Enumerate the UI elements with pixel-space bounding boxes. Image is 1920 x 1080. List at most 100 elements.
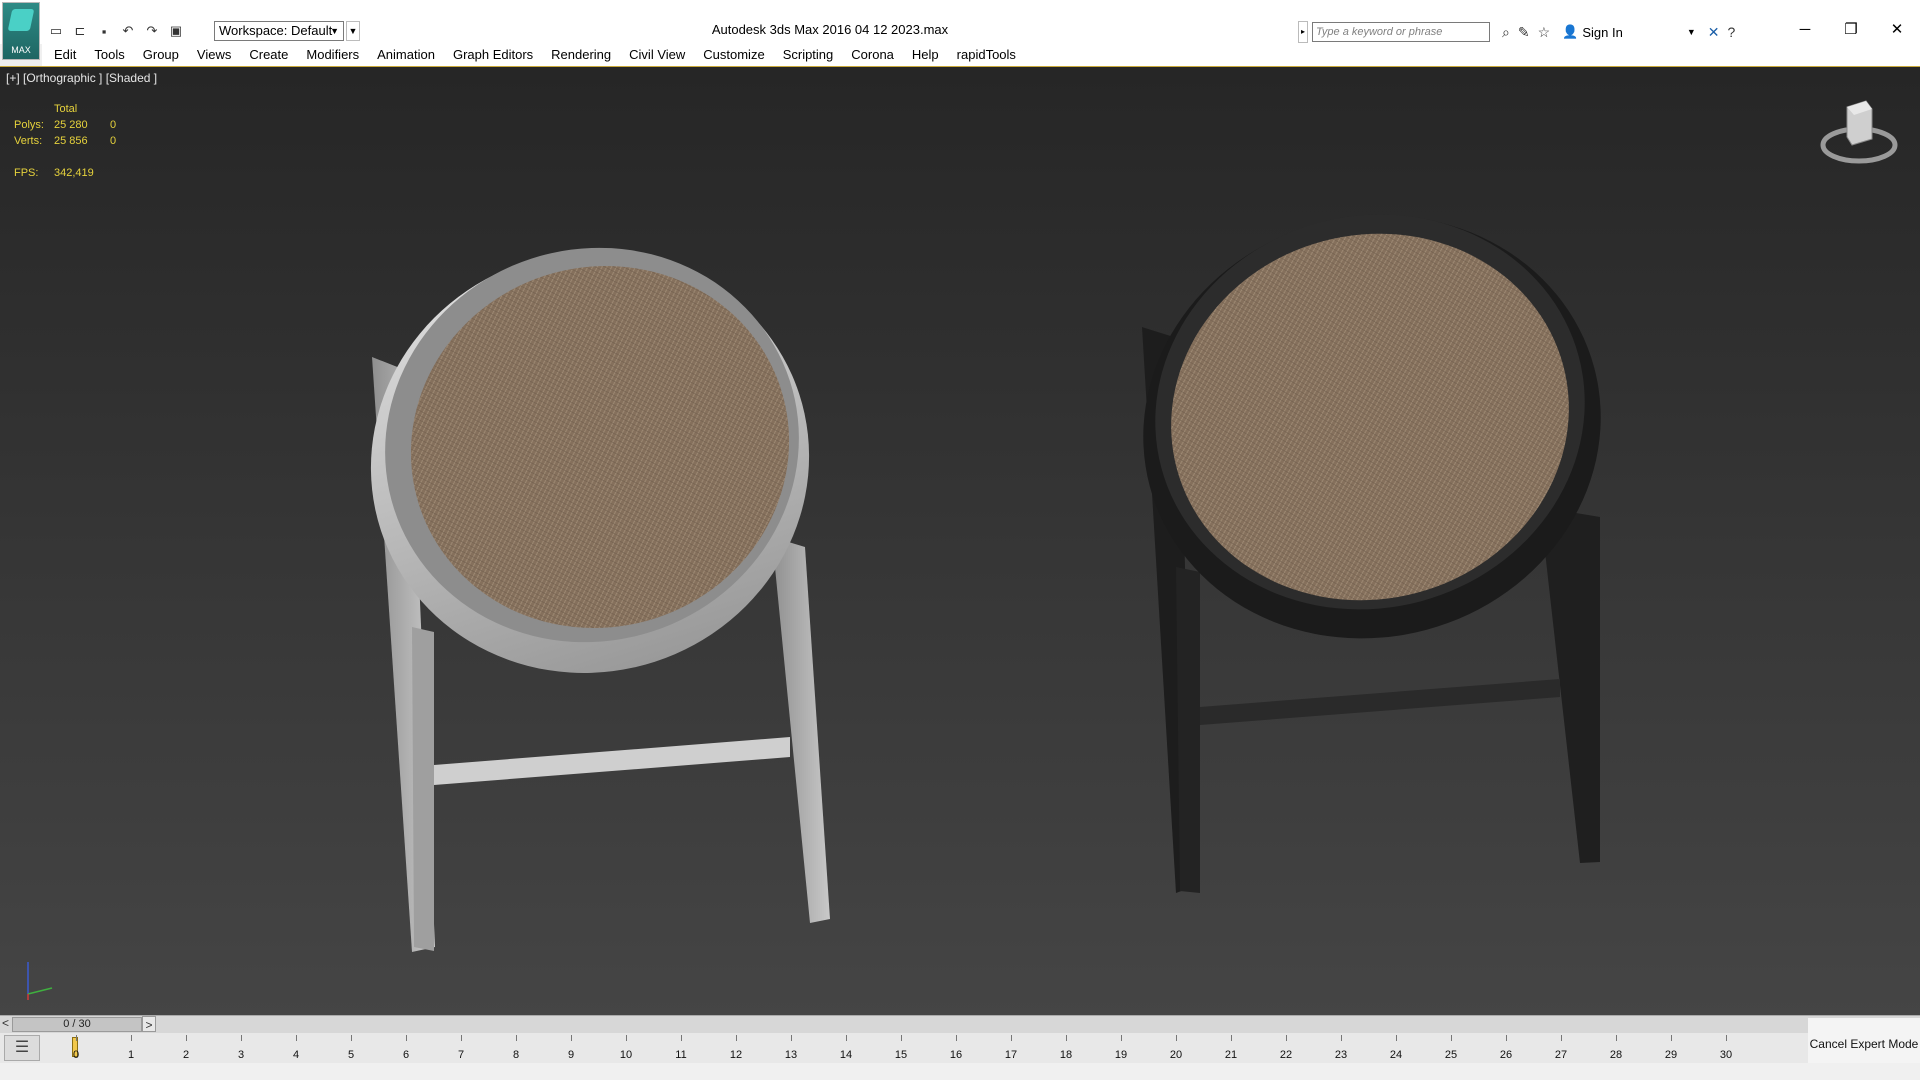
frame-label: 18 bbox=[1059, 1049, 1073, 1061]
menu-rapidtools[interactable]: rapidTools bbox=[948, 45, 1025, 65]
menu-create[interactable]: Create bbox=[240, 45, 297, 65]
frame-label: 25 bbox=[1444, 1049, 1458, 1061]
infocenter: ▸ Type a keyword or phrase ⌕ ✎ ☆ 👤 Sign … bbox=[1298, 19, 1758, 45]
menu-bar: Edit Tools Group Views Create Modifiers … bbox=[42, 44, 1920, 66]
frame-label: 4 bbox=[292, 1049, 300, 1061]
menu-animation[interactable]: Animation bbox=[368, 45, 444, 65]
previous-frame-button[interactable]: < bbox=[2, 1016, 9, 1030]
frame-tick bbox=[1451, 1035, 1452, 1041]
menu-group[interactable]: Group bbox=[134, 45, 188, 65]
frame-tick bbox=[681, 1035, 682, 1041]
stats-verts-label: Verts: bbox=[14, 135, 43, 147]
frame-label: 9 bbox=[567, 1049, 575, 1061]
frame-tick bbox=[1506, 1035, 1507, 1041]
viewcube-icon[interactable] bbox=[1814, 93, 1904, 173]
frame-tick bbox=[461, 1035, 462, 1041]
menu-customize[interactable]: Customize bbox=[694, 45, 773, 65]
window-controls: ─ ❐ ✕ bbox=[1782, 14, 1920, 44]
status-strip bbox=[0, 1063, 1920, 1080]
next-frame-button[interactable]: > bbox=[142, 1016, 156, 1032]
frame-label: 24 bbox=[1389, 1049, 1403, 1061]
menu-scripting[interactable]: Scripting bbox=[774, 45, 843, 65]
stats-polys-label: Polys: bbox=[14, 119, 44, 131]
orthographic-viewport[interactable]: [+] [Orthographic ] [Shaded ] Total Poly… bbox=[0, 66, 1920, 1016]
frame-label: 26 bbox=[1499, 1049, 1513, 1061]
menu-tools[interactable]: Tools bbox=[85, 45, 133, 65]
frame-label: 29 bbox=[1664, 1049, 1678, 1061]
axis-tripod-icon bbox=[27, 962, 53, 1000]
frame-label: 23 bbox=[1334, 1049, 1348, 1061]
frame-label: 0 bbox=[72, 1049, 80, 1061]
frame-tick bbox=[1341, 1035, 1342, 1041]
track-bar[interactable]: ☰ 0 1 2 3 4 5 6 7 8 9 10 11 12 13 14 15 16 17 18 19 20 21 22 23… bbox=[0, 1033, 1920, 1063]
frame-label: 8 bbox=[512, 1049, 520, 1061]
frame-tick bbox=[76, 1035, 77, 1041]
frame-tick bbox=[626, 1035, 627, 1041]
menu-modifiers[interactable]: Modifiers bbox=[297, 45, 368, 65]
stats-verts-selected: 0 bbox=[110, 135, 117, 147]
frame-tick bbox=[1616, 1035, 1617, 1041]
frame-ticks: 0 1 2 3 4 5 6 7 8 9 10 11 12 13 14 15 16 17 18 19 20 21 22 23 24… bbox=[72, 1035, 1750, 1061]
frame-tick bbox=[846, 1035, 847, 1041]
restore-icon[interactable]: ❐ bbox=[1828, 14, 1874, 44]
menu-civil-view[interactable]: Civil View bbox=[620, 45, 694, 65]
frame-tick bbox=[1726, 1035, 1727, 1041]
title-bar: MAX ▭ ⊏ ▪ ↶ ↷ ▣ Workspace: Default ▼ ▼ A… bbox=[0, 0, 1920, 60]
chevron-down-icon: ▼ bbox=[1686, 27, 1696, 37]
frame-tick bbox=[351, 1035, 352, 1041]
frame-label: 12 bbox=[729, 1049, 743, 1061]
menu-rendering[interactable]: Rendering bbox=[542, 45, 620, 65]
frame-tick bbox=[1671, 1035, 1672, 1041]
frame-tick bbox=[1011, 1035, 1012, 1041]
minimize-icon[interactable]: ─ bbox=[1782, 14, 1828, 44]
communication-center-icon[interactable]: ✎ bbox=[1518, 24, 1530, 41]
menu-views[interactable]: Views bbox=[188, 45, 240, 65]
search-toggle-button[interactable]: ▸ bbox=[1298, 21, 1308, 43]
frame-label: 15 bbox=[894, 1049, 908, 1061]
frame-tick bbox=[736, 1035, 737, 1041]
frame-tick bbox=[956, 1035, 957, 1041]
mini-curve-editor-icon[interactable]: ☰ bbox=[4, 1035, 40, 1061]
close-icon[interactable]: ✕ bbox=[1874, 14, 1920, 44]
menu-edit[interactable]: Edit bbox=[42, 45, 85, 65]
frame-tick bbox=[1066, 1035, 1067, 1041]
viewport-label[interactable]: [+] [Orthographic ] [Shaded ] bbox=[6, 71, 157, 85]
stats-polys-selected: 0 bbox=[110, 119, 117, 131]
binoculars-icon[interactable]: ⌕ bbox=[1502, 24, 1510, 41]
frame-label: 2 bbox=[182, 1049, 190, 1061]
viewport-background bbox=[0, 67, 1920, 1016]
time-slider[interactable]: 0 / 30 bbox=[12, 1017, 142, 1032]
favorites-star-icon[interactable]: ☆ bbox=[1538, 24, 1551, 41]
menu-graph-editors[interactable]: Graph Editors bbox=[444, 45, 542, 65]
frame-tick bbox=[296, 1035, 297, 1041]
frame-tick bbox=[901, 1035, 902, 1041]
frame-tick bbox=[516, 1035, 517, 1041]
exchange-apps-icon[interactable]: ✕ bbox=[1708, 24, 1720, 41]
frame-tick bbox=[1176, 1035, 1177, 1041]
stool-dark-leg-front-left bbox=[1176, 567, 1200, 893]
menu-corona[interactable]: Corona bbox=[842, 45, 903, 65]
frame-label: 5 bbox=[347, 1049, 355, 1061]
frame-tick bbox=[1286, 1035, 1287, 1041]
frame-tick bbox=[791, 1035, 792, 1041]
frame-label: 11 bbox=[675, 1049, 687, 1061]
menu-help[interactable]: Help bbox=[903, 45, 948, 65]
frame-label: 19 bbox=[1114, 1049, 1128, 1061]
user-icon: 👤 bbox=[1562, 24, 1579, 39]
help-icon[interactable]: ? bbox=[1727, 24, 1735, 41]
frame-label: 21 bbox=[1224, 1049, 1238, 1061]
frame-tick bbox=[1121, 1035, 1122, 1041]
sign-in-button[interactable]: 👤 Sign In ▼ bbox=[1562, 24, 1696, 40]
frame-label: 14 bbox=[839, 1049, 853, 1061]
frame-tick bbox=[186, 1035, 187, 1041]
stats-fps-label: FPS: bbox=[14, 167, 39, 179]
scene-canvas[interactable] bbox=[0, 67, 1920, 1016]
time-slider-bar: < 0 / 30 > bbox=[0, 1015, 1920, 1033]
frame-label: 17 bbox=[1004, 1049, 1018, 1061]
frame-tick bbox=[241, 1035, 242, 1041]
stats-total-label: Total bbox=[54, 103, 78, 115]
frame-tick bbox=[406, 1035, 407, 1041]
search-input[interactable]: Type a keyword or phrase bbox=[1312, 22, 1490, 42]
frame-tick bbox=[1561, 1035, 1562, 1041]
sign-in-label: Sign In bbox=[1582, 24, 1623, 40]
